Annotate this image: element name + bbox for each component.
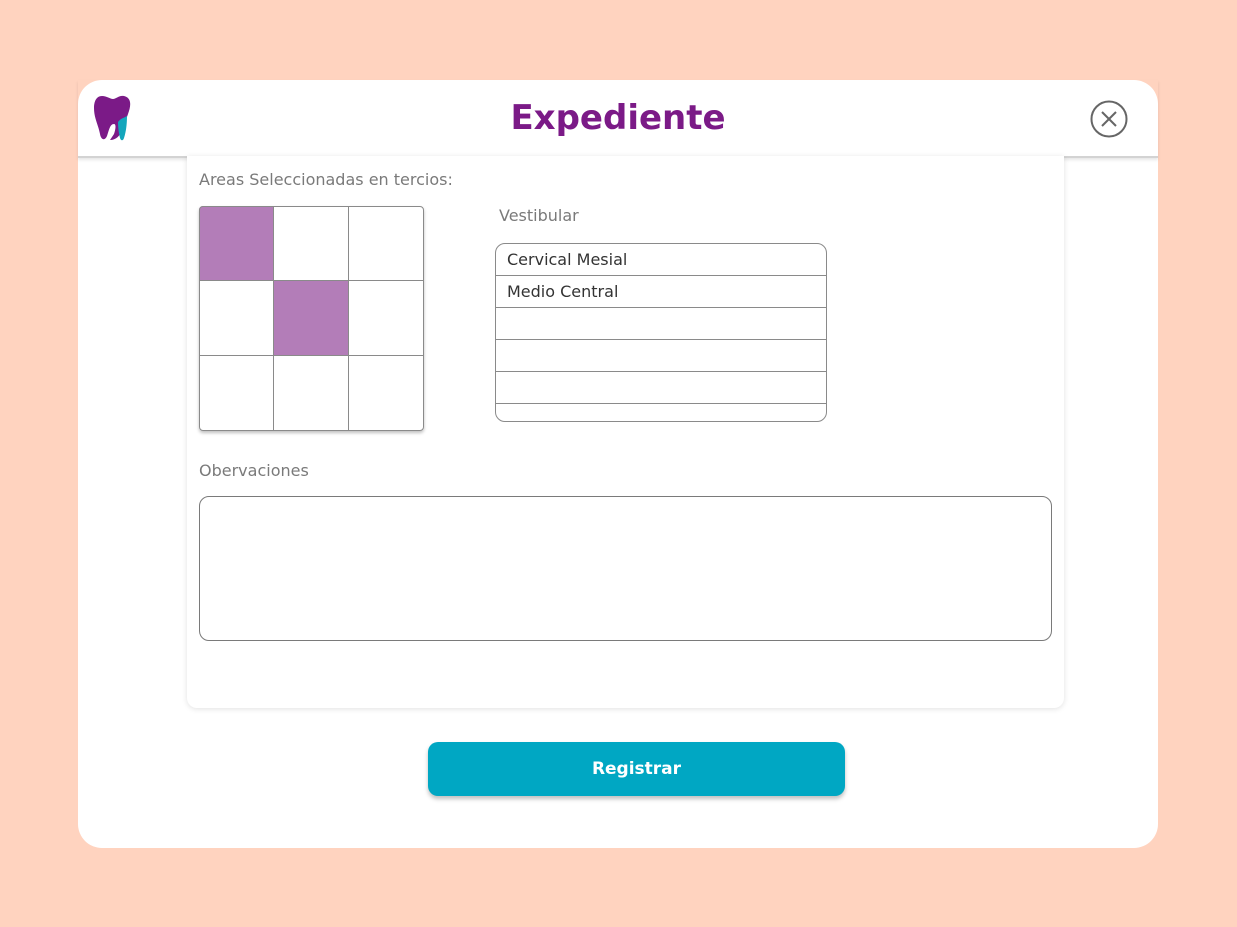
close-icon[interactable] [1090, 100, 1128, 138]
grid-cell-3-2[interactable] [274, 356, 349, 431]
registrar-button[interactable]: Registrar [428, 742, 845, 796]
vestibular-row[interactable]: Cervical Mesial [496, 244, 826, 276]
vestibular-row[interactable] [496, 404, 826, 421]
modal-header: Expediente [78, 80, 1158, 158]
grid-cell-1-3[interactable] [349, 206, 424, 281]
vestibular-row[interactable] [496, 308, 826, 340]
grid-cell-2-1[interactable] [199, 281, 274, 356]
observaciones-label: Obervaciones [199, 461, 309, 480]
areas-label: Areas Seleccionadas en tercios: [199, 170, 453, 189]
vestibular-row[interactable] [496, 340, 826, 372]
vestibular-list: Cervical Mesial Medio Central [495, 243, 827, 422]
grid-cell-3-3[interactable] [349, 356, 424, 431]
vestibular-row[interactable] [496, 372, 826, 404]
grid-cell-2-2[interactable] [274, 281, 349, 356]
grid-cell-1-1[interactable] [199, 206, 274, 281]
page-title: Expediente [510, 98, 726, 138]
grid-cell-2-3[interactable] [349, 281, 424, 356]
expediente-modal: Expediente Areas Seleccionadas en tercio… [78, 80, 1158, 848]
observaciones-textarea[interactable] [199, 496, 1052, 641]
tercios-grid [199, 206, 424, 431]
expediente-card: Areas Seleccionadas en tercios: Vestibul… [187, 156, 1064, 708]
vestibular-row[interactable]: Medio Central [496, 276, 826, 308]
vestibular-label: Vestibular [499, 206, 579, 225]
grid-cell-3-1[interactable] [199, 356, 274, 431]
grid-cell-1-2[interactable] [274, 206, 349, 281]
